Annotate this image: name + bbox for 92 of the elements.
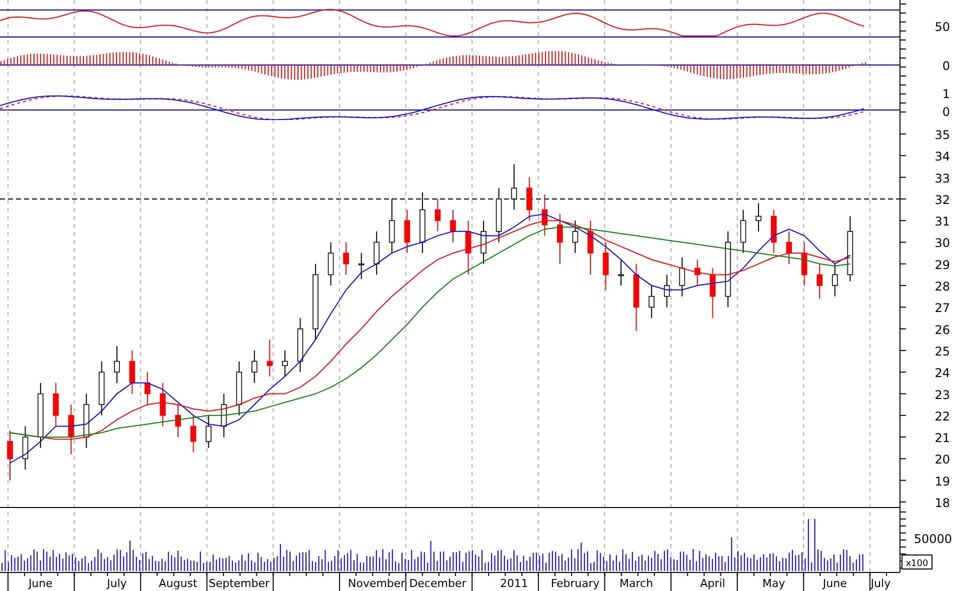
month-label: June — [28, 577, 53, 590]
month-label: December — [409, 577, 466, 590]
candlestick — [526, 176, 532, 222]
candlestick — [710, 268, 716, 318]
candlestick — [450, 209, 456, 243]
candlestick — [480, 220, 486, 264]
axis-label: 18 — [934, 496, 950, 510]
month-label: November — [348, 577, 406, 590]
month-label: April — [700, 577, 726, 590]
candlestick — [129, 350, 136, 394]
axis-label: 19 — [934, 474, 950, 488]
candlestick — [496, 188, 502, 243]
candlestick — [832, 263, 838, 297]
candlestick — [633, 263, 640, 332]
axis-label: 0 — [942, 59, 950, 73]
candlestick — [404, 209, 410, 254]
axis-label: 22 — [934, 409, 950, 424]
candlestick — [786, 230, 792, 264]
month-label: July — [870, 577, 891, 590]
candlestick — [465, 220, 472, 276]
month-label: June — [822, 577, 847, 590]
candlestick — [694, 259, 700, 286]
axis-label: 27 — [934, 301, 950, 316]
candlestick — [756, 202, 762, 232]
candlestick — [770, 209, 777, 254]
candlestick — [22, 426, 28, 470]
axis-label: 1 — [942, 87, 950, 101]
candlestick — [328, 242, 334, 286]
candlestick — [38, 382, 44, 448]
candlestick — [434, 198, 441, 232]
candlestick — [206, 414, 212, 448]
axis-label: 24 — [934, 366, 950, 380]
month-label: February — [550, 577, 600, 590]
candlestick — [297, 318, 304, 373]
axis-label: 33 — [934, 171, 950, 186]
candlestick — [389, 198, 395, 254]
axis-label: 28 — [934, 280, 950, 294]
month-label: 2011 — [500, 577, 528, 590]
candlestick — [220, 393, 227, 438]
month-label: July — [107, 577, 127, 590]
candlestick — [52, 382, 59, 427]
candlestick — [801, 242, 808, 286]
candlestick — [679, 256, 686, 297]
candlestick — [343, 242, 349, 276]
candlestick — [144, 372, 150, 406]
candlestick — [572, 220, 578, 254]
candlestick — [602, 242, 609, 290]
candlestick — [190, 414, 196, 453]
candlestick — [816, 263, 822, 300]
axis-label: 32 — [934, 192, 950, 207]
candlestick — [114, 346, 120, 384]
candlestick — [98, 360, 105, 416]
axis-label: 50 — [934, 20, 950, 34]
axis-label: 35 — [934, 128, 950, 142]
month-label: May — [762, 577, 786, 590]
axis-label: 30 — [934, 236, 950, 250]
candlestick — [618, 259, 624, 286]
candlestick — [847, 216, 854, 282]
unit-label: x100 — [906, 559, 928, 569]
unit-box — [902, 554, 932, 570]
candlestick — [266, 339, 273, 377]
candlestick — [7, 430, 13, 481]
candlestick — [358, 252, 364, 280]
candlestick — [374, 230, 380, 276]
candlestick — [588, 220, 594, 276]
candlestick — [252, 350, 258, 384]
candlestick — [83, 393, 90, 448]
axis-label: 25 — [934, 344, 950, 358]
candlestick — [236, 360, 242, 416]
axis-label: 50000 — [914, 532, 952, 546]
candlestick — [420, 192, 426, 254]
candlestick — [740, 209, 746, 254]
axis-label: 31 — [934, 214, 950, 229]
month-label: September — [208, 577, 270, 590]
axis-label: 0 — [942, 105, 950, 119]
candlestick — [511, 164, 517, 210]
axis-label: 29 — [934, 258, 950, 272]
axis-label: 26 — [934, 322, 950, 337]
candlestick — [68, 404, 74, 455]
axis-label: 23 — [934, 388, 950, 402]
candlestick — [557, 214, 563, 264]
candlestick — [648, 285, 654, 318]
candlestick — [160, 382, 166, 427]
candlestick — [282, 350, 288, 377]
month-label: August — [158, 577, 198, 590]
axis-label: 20 — [934, 452, 950, 467]
axis-label: 21 — [934, 431, 950, 446]
month-label: March — [620, 577, 654, 590]
candlestick — [175, 404, 181, 438]
axis-label: 34 — [934, 150, 950, 164]
candlestick — [664, 274, 670, 308]
candlestick — [542, 194, 548, 236]
